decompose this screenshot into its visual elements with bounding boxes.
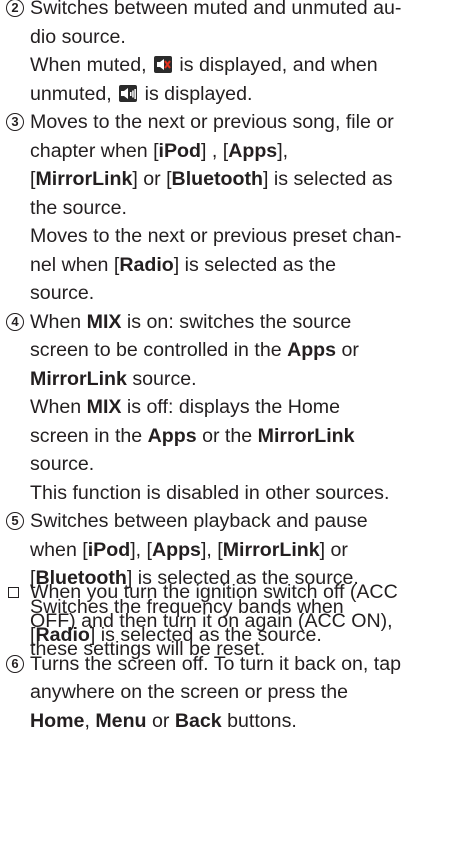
text-run: or the — [196, 424, 258, 447]
bold-term: MirrorLink — [35, 168, 133, 190]
text-line: the source. — [30, 194, 458, 223]
text-run: , — [84, 709, 96, 732]
text-line: unmuted, is displayed. — [30, 80, 458, 109]
item-number-badge: 2 — [6, 0, 24, 17]
text-run: is displayed, and when — [173, 54, 378, 76]
text-line: screen in the Apps or the MirrorLink — [30, 422, 458, 451]
text-line: When MIX is off: displays the Home — [30, 393, 458, 422]
text-line: [MirrorLink] or [Bluetooth] is selected … — [30, 165, 458, 194]
text-run: unmuted, — [30, 82, 118, 105]
text-run: anywhere on the screen or press the — [30, 681, 349, 703]
text-run: dio source. — [30, 25, 126, 48]
bold-term: Radio — [119, 253, 174, 276]
text-line: Moves to the next or previous preset cha… — [30, 222, 458, 251]
text-run: screen in the — [30, 424, 148, 447]
text-run: Moves to the next or previous preset cha… — [30, 225, 402, 247]
text-line: anywhere on the screen or press the — [30, 678, 458, 707]
text-run: ], — [277, 139, 289, 162]
bold-term: Apps — [147, 424, 197, 447]
text-run: these settings will be reset. — [30, 638, 266, 660]
instruction-item-4: 4 When MIX is on: switches the source scre… — [6, 308, 458, 508]
text-run: ] or [ — [132, 168, 172, 190]
text-run: ] is selected as the — [173, 253, 337, 276]
text-line: When you turn the ignition switch off (A… — [30, 578, 461, 607]
text-line: screen to be controlled in the Apps or — [30, 336, 458, 365]
bold-term: MirrorLink — [30, 367, 127, 390]
text-run: screen to be controlled in the — [30, 339, 288, 361]
text-run: source. — [126, 367, 197, 390]
item-number-badge: 4 — [6, 312, 24, 331]
unmuted-speaker-icon — [119, 84, 138, 102]
bold-term: MIX — [86, 396, 122, 418]
text-run: When — [30, 396, 87, 418]
text-line: source. — [30, 279, 458, 308]
text-run: is displayed. — [139, 82, 253, 105]
text-line: Home, Menu or Back buttons. — [30, 707, 458, 736]
text-run: When — [30, 310, 87, 333]
text-line: This function is disabled in other sourc… — [30, 479, 458, 508]
text-run: or — [146, 709, 175, 732]
text-run: ], [ — [200, 538, 223, 561]
muted-speaker-icon — [153, 56, 172, 73]
text-run: source. — [30, 282, 95, 304]
text-line: MirrorLink source. — [30, 365, 458, 394]
text-run: This function is disabled in other sourc… — [30, 481, 390, 504]
text-run: Switches between muted and unmuted au- — [30, 0, 402, 19]
text-run: When you turn the ignition switch off (A… — [30, 581, 398, 603]
text-line: When MIX is on: switches the source — [30, 308, 458, 337]
instruction-item-2: 2 Switches between muted and unmuted au-d… — [6, 0, 458, 108]
note-checkbox-icon — [8, 587, 19, 598]
bold-term: iPod — [87, 538, 131, 561]
text-run: the source. — [30, 196, 127, 219]
text-line: When muted, is displayed, and when — [30, 51, 458, 80]
text-line: Switches between muted and unmuted au- — [30, 0, 458, 23]
bold-term: Apps — [151, 538, 201, 561]
text-line: these settings will be reset. — [30, 635, 461, 664]
text-run: ] , [ — [200, 139, 229, 162]
bold-term: Apps — [228, 139, 278, 162]
text-run: OFF) and then turn it on again (ACC ON), — [30, 609, 393, 632]
text-line: dio source. — [30, 23, 458, 52]
text-run: When muted, — [30, 54, 152, 76]
text-run: ], [ — [130, 538, 152, 561]
text-line: chapter when [iPod] , [Apps], — [30, 137, 458, 166]
instruction-item-3: 3 Moves to the next or previous song, fil… — [6, 108, 458, 308]
manual-page: 2 Switches between muted and unmuted au-d… — [0, 0, 461, 844]
text-run: ] or — [319, 538, 348, 561]
note-paragraph: When you turn the ignition switch off (A… — [6, 578, 461, 664]
bold-term: MIX — [86, 310, 122, 333]
text-run: Switches between playback and pause — [30, 510, 368, 532]
text-run: nel when [ — [30, 253, 120, 276]
bold-term: Bluetooth — [171, 168, 263, 190]
bold-term: MirrorLink — [222, 538, 320, 561]
text-line: Switches between playback and pause — [30, 507, 458, 536]
item-number-badge: 5 — [6, 512, 24, 530]
bold-term: Home — [30, 709, 85, 732]
text-run: is on: switches the source — [121, 310, 352, 333]
text-run: chapter when [ — [30, 139, 159, 162]
bold-term: Menu — [95, 709, 147, 732]
text-line: OFF) and then turn it on again (ACC ON), — [30, 607, 461, 636]
text-line: nel when [Radio] is selected as the — [30, 251, 458, 280]
bold-term: iPod — [158, 139, 201, 162]
bold-term: Apps — [287, 339, 337, 361]
bold-term: Back — [174, 709, 222, 732]
text-run: or — [336, 339, 359, 361]
text-run: is off: displays the Home — [121, 396, 341, 418]
text-line: when [iPod], [Apps], [MirrorLink] or — [30, 536, 458, 565]
text-run: when [ — [30, 538, 88, 561]
text-line: Moves to the next or previous song, file… — [30, 108, 458, 137]
text-line: source. — [30, 450, 458, 479]
text-run: Moves to the next or previous song, file… — [30, 111, 394, 133]
item-number-badge: 3 — [6, 113, 24, 131]
text-run: ] is selected as — [262, 168, 393, 190]
text-run: source. — [30, 453, 95, 475]
text-run: buttons. — [221, 709, 297, 732]
bold-term: MirrorLink — [257, 424, 355, 447]
